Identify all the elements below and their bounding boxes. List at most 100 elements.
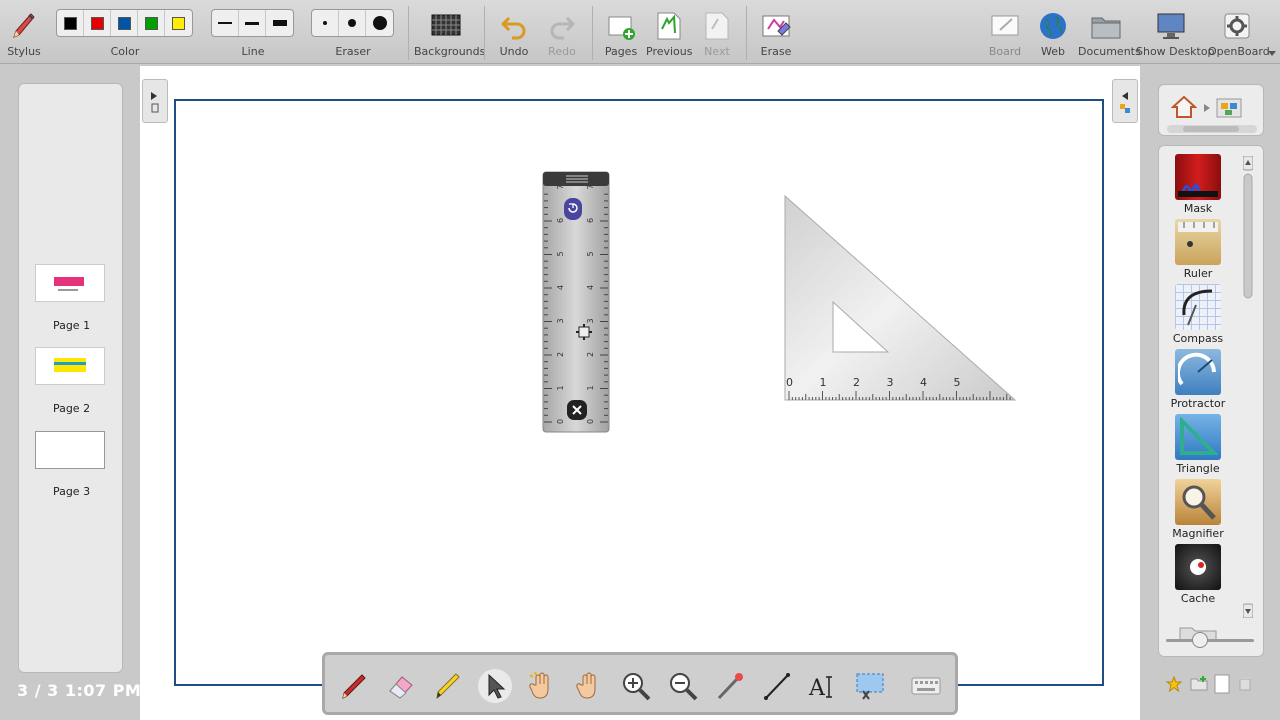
pen-tool-icon[interactable]	[337, 669, 371, 703]
eraser-tool-icon[interactable]	[384, 669, 418, 703]
line-tool-icon[interactable]	[760, 669, 794, 703]
ruler-tick-label: 6	[556, 218, 565, 223]
page-thumbnail-1[interactable]	[35, 264, 105, 302]
backgrounds-button[interactable]: Backgrounds	[414, 4, 485, 62]
triangle-tick-label: 3	[887, 376, 894, 389]
library-scrollbar[interactable]	[1243, 156, 1253, 618]
undo-icon	[498, 10, 530, 42]
whiteboard-canvas[interactable]: 0 1 2 3 4 5 6 7 0 1 2 3 4 5 6 7 0 1 2 3 4 5	[140, 66, 1140, 720]
color-label: Color	[110, 45, 140, 58]
undo-button[interactable]: Undo	[494, 4, 534, 62]
ruler-tool[interactable]: 0 1 2 3 4 5 6 7 0 1 2 3 4 5 6 7	[540, 170, 614, 436]
backgrounds-icon	[430, 10, 462, 42]
line-medium-button[interactable]	[239, 10, 266, 36]
protractor-icon	[1175, 349, 1221, 395]
select-tool-icon[interactable]	[478, 669, 512, 703]
library-folder-icon[interactable]	[1215, 95, 1243, 119]
home-icon[interactable]	[1171, 95, 1197, 119]
chevron-down-icon[interactable]	[1268, 51, 1276, 56]
stylus-button[interactable]: Stylus	[2, 4, 46, 62]
erase-button[interactable]: Erase	[754, 4, 798, 62]
openboard-menu-button[interactable]: OpenBoard	[1208, 4, 1270, 62]
virtual-keyboard-icon[interactable]	[909, 669, 943, 703]
page-label-2: Page 2	[52, 402, 91, 415]
page-thumbnail-2[interactable]	[35, 347, 105, 385]
laser-pointer-icon[interactable]	[713, 669, 747, 703]
ruler-rotate-button[interactable]	[564, 198, 582, 220]
show-desktop-button[interactable]: Show Desktop	[1136, 4, 1215, 62]
redo-button[interactable]: Redo	[542, 4, 582, 62]
folder-icon	[1090, 10, 1122, 42]
web-button[interactable]: Web	[1032, 4, 1074, 62]
color-swatch-yellow[interactable]	[165, 10, 192, 36]
ruler-tick-label: 0	[556, 419, 565, 424]
library-item-mask[interactable]: Mask	[1173, 154, 1223, 215]
favorite-star-icon[interactable]	[1166, 676, 1182, 692]
eraser-label: Eraser	[335, 45, 371, 58]
page-thumbnail-3[interactable]	[35, 431, 105, 469]
stylus-palette: A	[322, 652, 958, 715]
globe-icon	[1037, 10, 1069, 42]
monitor-icon	[1155, 10, 1187, 42]
color-swatch-black[interactable]	[57, 10, 84, 36]
interact-hand-icon[interactable]	[525, 669, 559, 703]
highlighter-tool-icon[interactable]	[431, 669, 465, 703]
library-item-cache[interactable]: Cache	[1173, 544, 1223, 605]
zoom-in-icon[interactable]	[619, 669, 653, 703]
mask-label: Mask	[1183, 202, 1213, 215]
next-button[interactable]: Next	[696, 4, 738, 62]
line-thick-button[interactable]	[266, 10, 293, 36]
scrollbar-thumb[interactable]	[1183, 126, 1239, 132]
zoom-out-icon[interactable]	[666, 669, 700, 703]
next-page-icon	[701, 10, 733, 42]
new-document-icon[interactable]	[1214, 674, 1230, 694]
pan-hand-icon[interactable]	[572, 669, 606, 703]
eraser-medium-button[interactable]	[339, 10, 366, 36]
new-folder-icon[interactable]	[1190, 675, 1208, 691]
color-blue	[117, 16, 131, 30]
library-item-magnifier[interactable]: Magnifier	[1172, 479, 1224, 540]
triangle-tick-label: 4	[920, 376, 927, 389]
triangle-icon	[1175, 414, 1221, 460]
ruler-label: Ruler	[1183, 267, 1213, 280]
color-swatch-red[interactable]	[84, 10, 111, 36]
line-label: Line	[241, 45, 265, 58]
text-tool-icon[interactable]: A	[807, 669, 841, 703]
thumbnail-content	[54, 358, 86, 372]
library-item-protractor[interactable]: Protractor	[1171, 349, 1225, 410]
color-swatch-blue[interactable]	[111, 10, 138, 36]
separator	[484, 6, 485, 60]
library-item-triangle[interactable]: Triangle	[1173, 414, 1223, 475]
ruler-tick-label: 4	[556, 285, 565, 290]
library-navigation	[1158, 84, 1264, 136]
pages-panel: Page 1 Page 2 Page 3	[18, 83, 123, 673]
line-widths	[211, 9, 294, 37]
ruler-tick-label: 2	[556, 352, 565, 357]
previous-button[interactable]: Previous	[646, 4, 693, 62]
line-group: Line	[211, 4, 295, 62]
library-item-compass[interactable]: Compass	[1173, 284, 1223, 345]
collapse-pages-panel-handle[interactable]	[142, 79, 168, 123]
cache-label: Cache	[1180, 592, 1216, 605]
library-item-ruler[interactable]: Ruler	[1173, 219, 1223, 280]
library-zoom-slider[interactable]	[1166, 632, 1254, 648]
color-yellow	[172, 16, 185, 30]
separator	[592, 6, 593, 60]
trash-icon[interactable]	[1238, 675, 1252, 691]
documents-button[interactable]: Documents	[1078, 4, 1141, 62]
undo-label: Undo	[499, 45, 529, 58]
slider-handle[interactable]	[1192, 632, 1208, 648]
collapse-library-handle[interactable]	[1112, 79, 1138, 123]
magnifier-icon	[1175, 479, 1221, 525]
eraser-large-button[interactable]	[366, 10, 393, 36]
library-nav-scrollbar[interactable]	[1167, 125, 1257, 133]
board-button[interactable]: Board	[984, 4, 1026, 62]
capture-area-icon[interactable]	[854, 669, 888, 703]
pages-label: Pages	[604, 45, 638, 58]
line-thin-button[interactable]	[212, 10, 239, 36]
set-square-tool[interactable]: 0 1 2 3 4 5	[780, 194, 1020, 404]
next-label: Next	[704, 45, 730, 58]
pages-button[interactable]: Pages	[600, 4, 642, 62]
color-swatch-green[interactable]	[138, 10, 165, 36]
eraser-small-button[interactable]	[312, 10, 339, 36]
